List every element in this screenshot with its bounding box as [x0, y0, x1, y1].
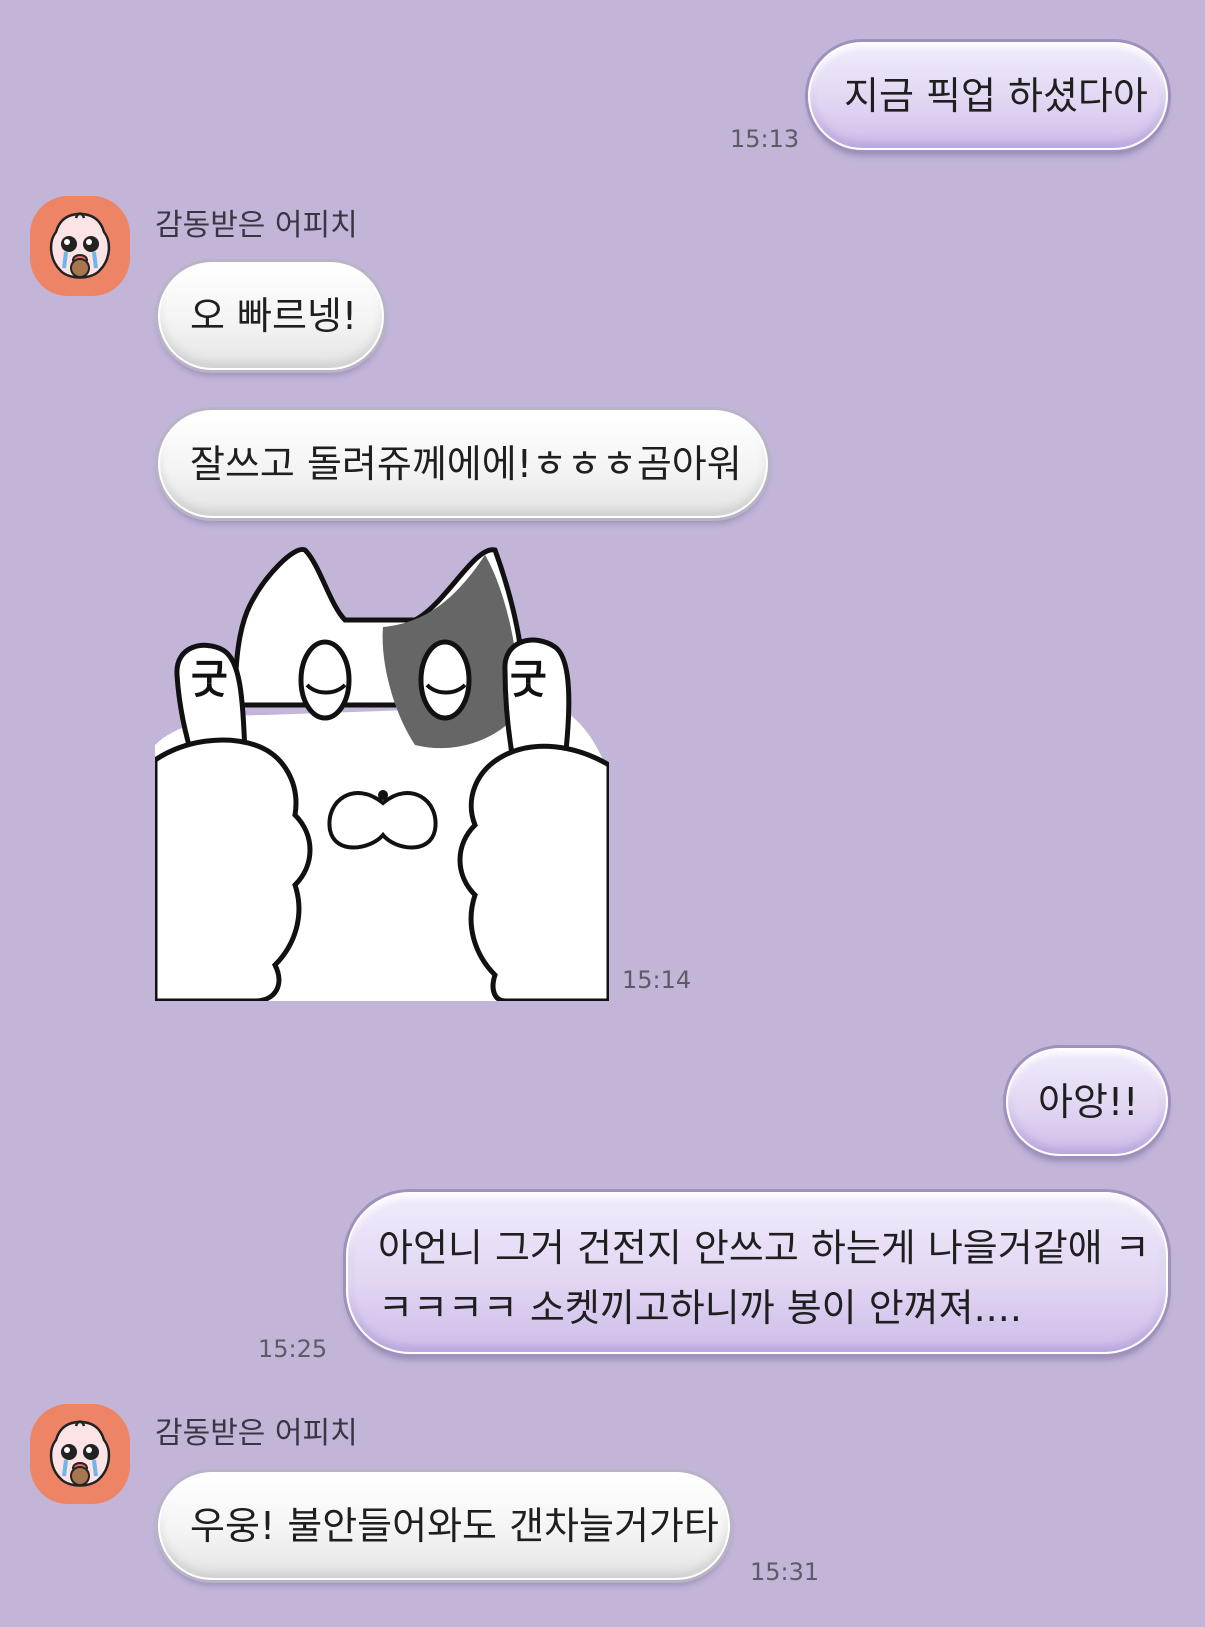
- message-time: 15:31: [750, 1558, 820, 1586]
- message-text: 지금 픽업 하셨다아: [844, 74, 1148, 118]
- message-bubble-incoming[interactable]: 오 빠르넹!: [158, 262, 384, 370]
- message-text: 오 빠르넹!: [190, 294, 358, 338]
- message-bubble-incoming[interactable]: 우웅! 불안들어와도 갠차늘거가타: [158, 1472, 730, 1580]
- apeach-crying-icon: [49, 212, 111, 279]
- avatar[interactable]: [30, 1404, 130, 1504]
- sticker-word: 굿: [191, 657, 228, 703]
- message-text: 아앙!!: [1038, 1080, 1139, 1124]
- message-text: 우웅! 불안들어와도 갠차늘거가타: [190, 1504, 719, 1548]
- message-time: 15:13: [730, 125, 800, 153]
- message-text: 잘쓰고 돌려쥬께에에!ㅎㅎㅎ곰아워: [190, 442, 742, 486]
- message-bubble-outgoing[interactable]: 지금 픽업 하셨다아: [808, 42, 1168, 150]
- message-bubble-outgoing[interactable]: 아언니 그거 건전지 안쓰고 하는게 나을거같애 ㅋ ㅋㅋㅋㅋ 소켓끼고하니까 …: [346, 1192, 1168, 1354]
- message-text-line: 아언니 그거 건전지 안쓰고 하는게 나을거같애 ㅋ: [378, 1226, 1150, 1270]
- cat-thumbs-up-icon: 굿 굿: [152, 547, 612, 1004]
- sender-name: 감동받은 어피치: [155, 208, 358, 243]
- sender-name: 감동받은 어피치: [155, 1416, 358, 1451]
- message-bubble-incoming[interactable]: 잘쓰고 돌려쥬께에에!ㅎㅎㅎ곰아워: [158, 410, 768, 518]
- cat-sticker[interactable]: 굿 굿: [152, 545, 612, 1004]
- apeach-crying-icon: [49, 1420, 111, 1487]
- message-time: 15:25: [258, 1335, 328, 1363]
- message-bubble-outgoing[interactable]: 아앙!!: [1006, 1048, 1168, 1156]
- sticker-word: 굿: [510, 657, 547, 703]
- avatar[interactable]: [30, 196, 130, 296]
- message-text-line: ㅋㅋㅋㅋ 소켓끼고하니까 봉이 안껴져....: [378, 1286, 1022, 1330]
- message-time: 15:14: [622, 966, 692, 994]
